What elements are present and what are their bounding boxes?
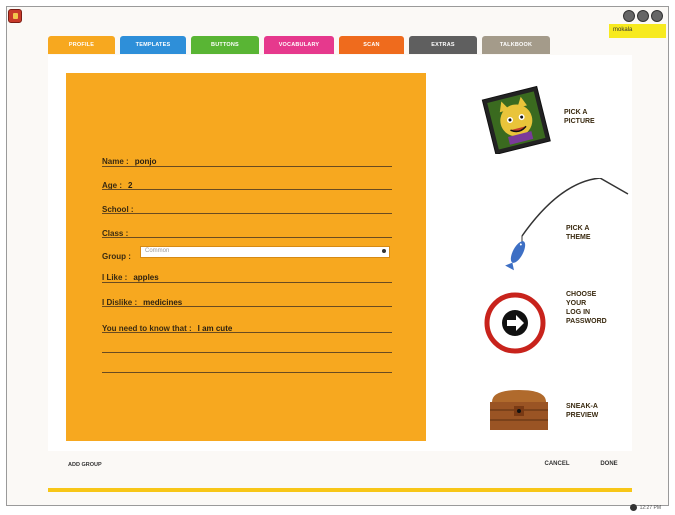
done-button[interactable]: DONE bbox=[594, 458, 624, 470]
pick-theme-button[interactable] bbox=[500, 177, 630, 272]
group-select[interactable]: Common bbox=[140, 246, 390, 258]
add-group-button[interactable]: ADD GROUP bbox=[68, 462, 102, 468]
pick-picture-label[interactable]: PICK A PICTURE bbox=[564, 108, 595, 126]
know-underline-3 bbox=[102, 372, 392, 373]
fishing-rod-icon bbox=[505, 177, 629, 271]
choose-password-button[interactable] bbox=[482, 290, 548, 356]
top-toolbar bbox=[623, 10, 663, 22]
age-underline bbox=[102, 189, 392, 190]
clock-time: 12:27 PM bbox=[639, 504, 661, 511]
dropdown-arrow-icon[interactable] bbox=[382, 249, 386, 253]
tab-extras[interactable]: EXTRAS bbox=[409, 36, 477, 54]
cancel-button[interactable]: CANCEL bbox=[540, 458, 574, 470]
tab-templates[interactable]: TEMPLATES bbox=[120, 36, 186, 54]
minimize-icon[interactable] bbox=[637, 10, 649, 22]
cat-picture-icon bbox=[481, 85, 551, 156]
tab-buttons[interactable]: BUTTONS bbox=[191, 36, 259, 54]
like-underline bbox=[102, 282, 392, 283]
close-icon[interactable] bbox=[651, 10, 663, 22]
sneak-preview-button[interactable] bbox=[486, 388, 552, 434]
pick-theme-label[interactable]: PICK A THEME bbox=[566, 224, 591, 242]
group-select-value: Common bbox=[145, 248, 170, 254]
tab-talkbook[interactable]: TALKBOOK bbox=[482, 36, 550, 54]
sneak-preview-label[interactable]: SNEAK-A PREVIEW bbox=[566, 402, 598, 420]
tab-vocabulary[interactable]: VOCABULARY bbox=[264, 36, 334, 54]
dislike-underline bbox=[102, 306, 392, 307]
main-tabs: PROFILE TEMPLATES BUTTONS VOCABULARY SCA… bbox=[48, 36, 550, 54]
choose-password-label[interactable]: CHOOSE YOUR LOG IN PASSWORD bbox=[566, 290, 607, 326]
like-label: I Like : bbox=[102, 273, 128, 282]
name-underline bbox=[102, 166, 392, 167]
app-logo-icon bbox=[8, 9, 22, 23]
name-value[interactable]: ponjo bbox=[135, 157, 157, 166]
like-value[interactable]: apples bbox=[133, 273, 158, 282]
group-label: Group : bbox=[102, 252, 131, 261]
class-field[interactable]: Class : bbox=[102, 220, 134, 238]
know-underline-1 bbox=[102, 332, 392, 333]
dislike-field[interactable]: I Dislike : medicines bbox=[102, 289, 182, 307]
user-status-icon bbox=[629, 504, 637, 511]
tab-profile[interactable]: PROFILE bbox=[48, 36, 115, 54]
treasure-chest-icon bbox=[490, 390, 548, 430]
know-field[interactable]: You need to know that : I am cute bbox=[102, 315, 232, 333]
like-field[interactable]: I Like : apples bbox=[102, 264, 159, 282]
status-area: 12:27 PM bbox=[629, 504, 661, 511]
name-field[interactable]: Name : ponjo bbox=[102, 148, 156, 166]
school-field[interactable]: School : bbox=[102, 196, 140, 214]
footer-bar bbox=[48, 451, 632, 489]
school-underline bbox=[102, 213, 392, 214]
class-underline bbox=[102, 237, 392, 238]
tab-scan[interactable]: SCAN bbox=[339, 36, 404, 54]
pick-picture-button[interactable] bbox=[478, 84, 558, 156]
age-field[interactable]: Age : 2 bbox=[102, 172, 132, 190]
name-label: Name : bbox=[102, 157, 129, 166]
arrow-right-icon bbox=[484, 292, 546, 354]
user-name-box[interactable]: mokala bbox=[609, 24, 666, 38]
know-underline-2 bbox=[102, 352, 392, 353]
group-field: Group : bbox=[102, 243, 131, 261]
settings-icon[interactable] bbox=[623, 10, 635, 22]
footer-divider bbox=[48, 488, 632, 492]
